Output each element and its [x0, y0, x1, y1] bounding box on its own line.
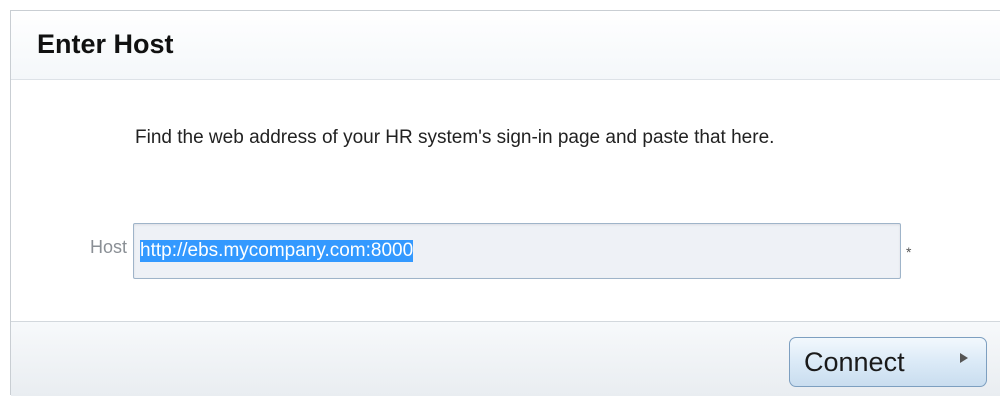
dialog-footer: Connect	[11, 321, 1000, 396]
dialog-header: Enter Host	[11, 11, 1000, 80]
connect-button[interactable]: Connect	[789, 337, 987, 387]
arrow-right-icon	[960, 353, 968, 363]
host-input[interactable]	[133, 223, 901, 279]
instructions-text: Find the web address of your HR system's…	[135, 127, 775, 148]
connect-button-label: Connect	[804, 346, 905, 377]
required-asterisk-icon: *	[906, 244, 912, 260]
enter-host-dialog: Enter Host Find the web address of your …	[10, 10, 1000, 396]
dialog-title: Enter Host	[37, 29, 174, 59]
host-label: Host	[89, 237, 127, 257]
